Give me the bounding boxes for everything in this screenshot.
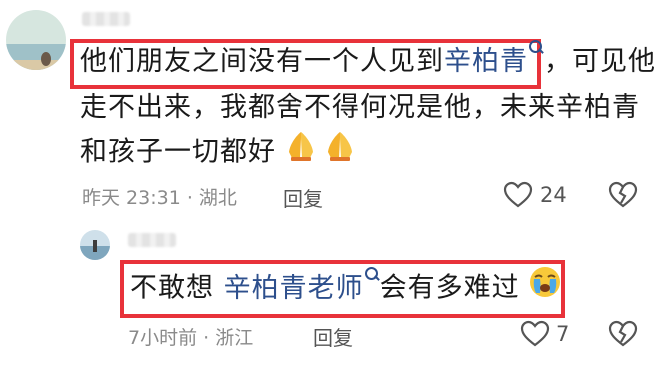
pray-icon xyxy=(325,130,355,176)
like-count: 24 xyxy=(540,183,567,207)
reply-button[interactable]: 回复 xyxy=(313,322,353,351)
timestamp-location: 昨天 23:31 · 湖北 xyxy=(82,187,237,209)
comment-text-segment: 和孩子一切都好 xyxy=(80,136,276,168)
like-button[interactable] xyxy=(503,181,533,213)
avatar[interactable] xyxy=(6,10,66,70)
search-icon xyxy=(528,40,544,60)
broken-heart-icon xyxy=(608,320,638,347)
comment-text-segment: ，可见他 xyxy=(544,46,656,77)
search-link[interactable]: 辛柏青老师 xyxy=(223,266,380,304)
avatar-image xyxy=(80,230,110,260)
username-blurred[interactable] xyxy=(128,233,176,247)
crying-face-icon xyxy=(529,266,561,312)
search-link[interactable]: 辛柏青 xyxy=(444,40,544,77)
heart-icon xyxy=(503,181,533,208)
search-icon xyxy=(364,266,380,287)
search-link-label: 辛柏青老师 xyxy=(223,272,364,304)
username-blurred[interactable] xyxy=(82,12,130,26)
comment-text-segment: 他们朋友之间没有一个人见到 xyxy=(80,46,444,77)
avatar-image xyxy=(6,10,66,70)
pray-icon xyxy=(286,130,316,176)
comment-text-line: 走不出来，我都舍不得何况是他，未来辛柏青 xyxy=(80,92,640,123)
dislike-button[interactable] xyxy=(608,320,638,352)
reply-button[interactable]: 回复 xyxy=(283,183,323,212)
like-button[interactable] xyxy=(520,320,550,352)
comment-text: 他们朋友之间没有一个人见到辛柏青 ，可见他 xyxy=(80,40,656,84)
comment-text-line: 和孩子一切都好 xyxy=(80,130,355,176)
dislike-button[interactable] xyxy=(608,181,638,213)
timestamp-location: 7小时前 · 浙江 xyxy=(128,327,254,349)
search-link-label: 辛柏青 xyxy=(444,46,528,77)
broken-heart-icon xyxy=(608,181,638,208)
heart-icon xyxy=(520,320,550,347)
avatar[interactable] xyxy=(80,230,110,260)
comment-text-segment: 会有多难过 xyxy=(379,272,520,304)
like-count: 7 xyxy=(556,322,570,346)
comment-text-segment: 不敢想 xyxy=(130,272,224,304)
comment-text: 不敢想 辛柏青老师 会有多难过 xyxy=(130,266,561,312)
